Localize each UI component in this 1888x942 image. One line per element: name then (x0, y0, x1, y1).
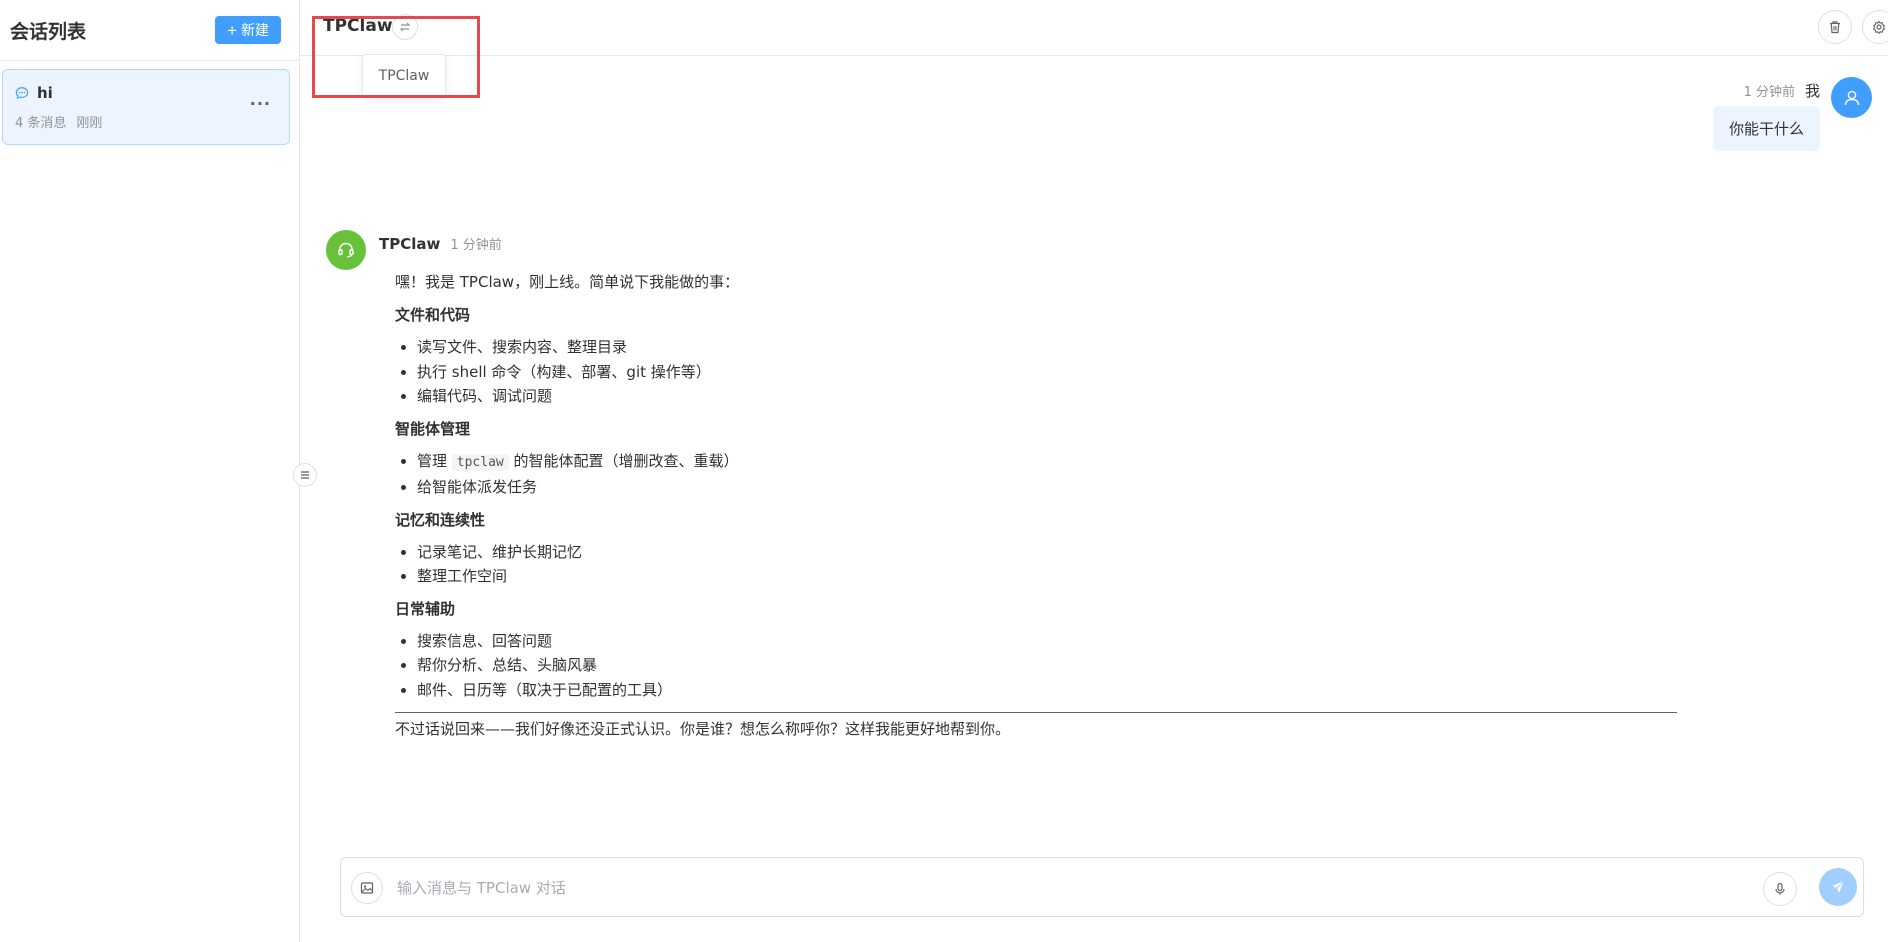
list-item: 邮件、日历等（取决于已配置的工具） (395, 678, 1677, 703)
session-time: 刚刚 (76, 116, 103, 131)
app-window: 会话列表 + 新建 hi 4 条消息 刚刚 ··· TPClaw TPClaw … (0, 0, 1888, 942)
chat-input-bar (340, 857, 1864, 917)
gear-icon (1872, 20, 1886, 34)
content-divider (395, 712, 1677, 713)
inline-code: tpclaw (451, 453, 509, 471)
bot-message-meta: TPClaw 1 分钟前 (379, 234, 502, 254)
image-icon (360, 882, 374, 894)
list-item: 搜索信息、回答问题 (395, 629, 1677, 654)
bot-closing: 不过话说回来——我们好像还没正式认识。你是谁？想怎么称呼你？这样我能更好地帮到你… (395, 720, 1011, 738)
session-more-icon[interactable]: ··· (250, 94, 271, 113)
section-list: 记录笔记、维护长期记忆 整理工作空间 (395, 540, 1677, 589)
list-item-suffix: 的智能体配置（增删改查、重载） (508, 451, 739, 470)
user-message-time: 1 分钟前 (1743, 85, 1795, 100)
plus-icon: + (227, 20, 237, 40)
sidebar-title: 会话列表 (10, 20, 87, 43)
swap-icon (399, 22, 411, 32)
microphone-icon (1775, 882, 1785, 895)
upload-image-button[interactable] (351, 872, 383, 904)
section-heading: 日常辅助 (395, 599, 456, 618)
section-heading: 记忆和连续性 (395, 510, 486, 529)
agent-tooltip: TPClaw (362, 54, 446, 98)
user-message-meta: 1 分钟前 我 (1744, 80, 1820, 101)
section-heading: 智能体管理 (395, 419, 471, 438)
bot-message-content: 嘿！我是 TPClaw，刚上线。简单说下我能做的事： 文件和代码 读写文件、搜索… (395, 270, 1677, 741)
section-list: 读写文件、搜索内容、整理目录 执行 shell 命令（构建、部署、git 操作等… (395, 335, 1677, 409)
list-item: 整理工作空间 (395, 564, 1677, 589)
session-item[interactable]: hi 4 条消息 刚刚 ··· (2, 69, 290, 145)
bot-name: TPClaw (379, 234, 441, 253)
send-icon (1832, 880, 1845, 893)
bot-intro: 嘿！我是 TPClaw，刚上线。简单说下我能做的事： (395, 273, 740, 291)
sidebar-header: 会话列表 + 新建 (0, 0, 299, 61)
send-button[interactable] (1819, 868, 1857, 906)
new-session-label: 新建 (241, 22, 269, 38)
user-name: 我 (1804, 82, 1820, 100)
section-list: 管理 tpclaw 的智能体配置（增删改查、重载） 给智能体派发任务 (395, 449, 1677, 500)
switch-agent-button[interactable] (392, 14, 418, 40)
user-message-bubble: 你能干什么 (1712, 106, 1820, 151)
section-list: 搜索信息、回答问题 帮你分析、总结、头脑风暴 邮件、日历等（取决于已配置的工具） (395, 629, 1677, 703)
list-item: 读写文件、搜索内容、整理目录 (395, 335, 1677, 360)
list-item: 编辑代码、调试问题 (395, 384, 1677, 409)
bot-message-time: 1 分钟前 (450, 238, 502, 253)
chat-header: TPClaw TPClaw (301, 0, 1888, 98)
list-item: 记录笔记、维护长期记忆 (395, 540, 1677, 565)
list-item: 帮你分析、总结、头脑风暴 (395, 653, 1677, 678)
list-item: 给智能体派发任务 (395, 475, 1677, 500)
section-heading: 文件和代码 (395, 306, 471, 324)
bot-avatar (326, 230, 366, 270)
list-item-prefix: 管理 (417, 451, 452, 470)
new-session-button[interactable]: + 新建 (215, 16, 281, 44)
trash-icon (1830, 21, 1840, 34)
list-item: 管理 tpclaw 的智能体配置（增删改查、重载） (395, 449, 1677, 476)
session-title: hi (37, 84, 53, 102)
user-icon (1844, 90, 1859, 105)
session-title-row: hi (15, 84, 277, 102)
agent-name: TPClaw (323, 16, 393, 36)
settings-button[interactable] (1862, 10, 1888, 44)
message-input[interactable] (397, 872, 1697, 904)
list-icon (301, 471, 309, 479)
sidebar-collapse-toggle[interactable] (293, 463, 317, 487)
session-message-count: 4 条消息 (15, 116, 67, 131)
chat-bubble-icon (15, 87, 29, 100)
list-item: 执行 shell 命令（构建、部署、git 操作等） (395, 360, 1677, 385)
headset-icon (338, 242, 354, 258)
sidebar: 会话列表 + 新建 hi 4 条消息 刚刚 ··· (0, 0, 300, 942)
delete-button[interactable] (1818, 10, 1852, 44)
session-meta: 4 条消息 刚刚 (15, 112, 277, 131)
user-avatar (1831, 77, 1872, 118)
voice-input-button[interactable] (1763, 872, 1797, 906)
